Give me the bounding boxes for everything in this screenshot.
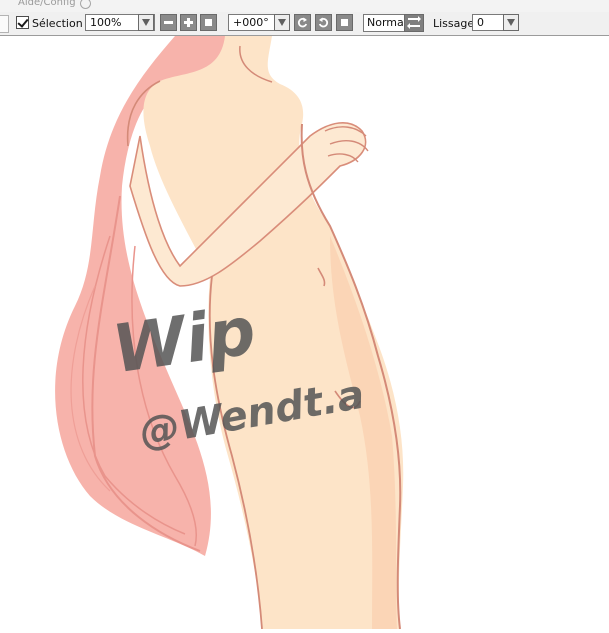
rotate-right-icon [318,17,329,28]
rotation-dropdown-button[interactable] [274,14,290,31]
menu-item-help-config[interactable]: Aide/Config [18,0,76,8]
flip-icon [407,16,421,29]
smoothing-label: Lissage [433,17,475,30]
panel-collapse-tab[interactable] [0,15,9,33]
rotate-left-button[interactable] [294,14,311,31]
plus-icon [184,18,193,27]
zoom-in-button[interactable] [180,14,197,31]
rotate-left-icon [297,17,308,28]
zoom-dropdown-button[interactable] [138,14,154,31]
menu-bar: Aide/Config [0,0,609,12]
selection-checkbox[interactable] [16,16,29,29]
square-icon [341,19,348,26]
zoom-reset-button[interactable] [200,14,217,31]
square-icon [205,19,212,26]
drawing-canvas[interactable]: Wip @Wendt.a [0,36,609,630]
zoom-out-button[interactable] [160,14,177,31]
flip-horizontal-button[interactable] [404,14,424,32]
info-icon[interactable] [80,0,91,9]
smoothing-dropdown-button[interactable] [503,14,519,31]
minus-icon [164,21,173,24]
toolbar: Sélection 100% +000° Normal Lissage 0 [0,12,609,36]
rotate-right-button[interactable] [315,14,332,31]
artwork: Wip @Wendt.a [55,36,404,630]
selection-label: Sélection [32,17,83,30]
rotation-reset-button[interactable] [336,14,353,31]
